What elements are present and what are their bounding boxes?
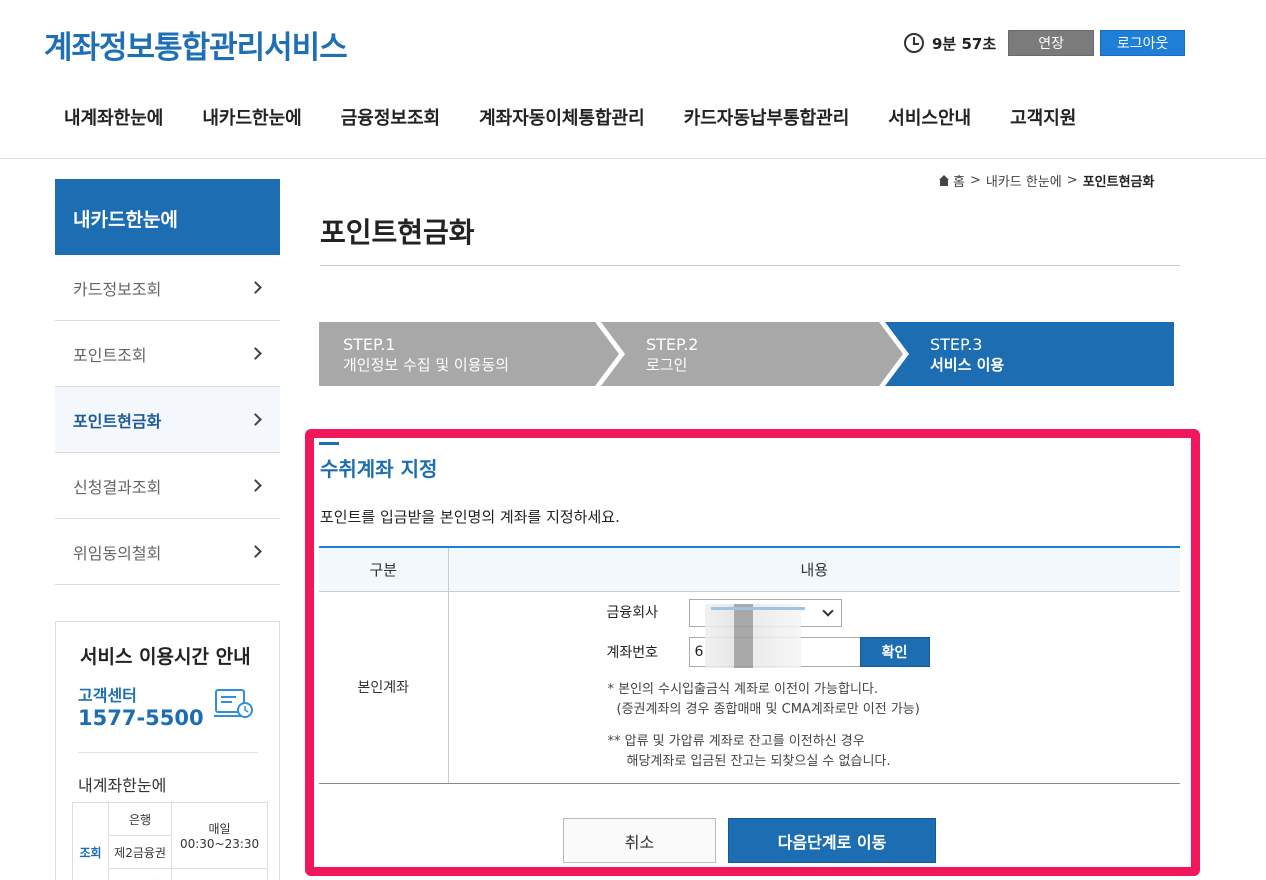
breadcrumb: 홈 > 내카드 한눈에 > 포인트현금화 xyxy=(938,171,1154,190)
nav-item-service-guide[interactable]: 서비스안내 xyxy=(888,104,971,130)
logout-button[interactable]: 로그아웃 xyxy=(1100,30,1186,56)
hours-category: 조회 xyxy=(72,802,109,880)
step-label: 서비스 이용 xyxy=(930,356,1005,374)
redaction-blur xyxy=(704,603,801,668)
step-number: STEP.1 xyxy=(343,335,396,354)
sidebar-item-label: 포인트현금화 xyxy=(73,411,162,431)
step-1: STEP.1 개인정보 수집 및 이용동의 xyxy=(319,322,619,386)
nav-item-financial-info[interactable]: 금융정보조회 xyxy=(341,104,440,130)
section-description: 포인트를 입금받을 본인명의 계좌를 지정하세요. xyxy=(320,508,620,526)
hours-time: 매일 00:30~23:30 xyxy=(171,802,268,869)
nav-item-card-autopay[interactable]: 카드자동납부통합관리 xyxy=(684,104,850,130)
sidebar-item-point-cashout[interactable]: 포인트현금화 xyxy=(55,387,280,453)
section-accent-bar xyxy=(319,442,339,445)
note-2-line-2: 해당계좌로 입금된 잔고는 되찾으실 수 없습니다. xyxy=(626,753,891,769)
note-2: ** 압류 및 가압류 계좌로 잔고를 이전하신 경우 해당계좌로 입금된 잔고… xyxy=(608,732,891,772)
computer-icon xyxy=(214,689,253,718)
sidebar-title: 내카드한눈에 xyxy=(55,179,280,255)
hours-time-empty xyxy=(171,868,268,880)
account-number-label: 계좌번호 xyxy=(606,644,659,661)
note-1: * 본인의 수시입출금식 계좌로 이전이 가능합니다. (증권계좌의 경우 종합… xyxy=(608,680,920,720)
bank-label: 금융회사 xyxy=(606,604,659,621)
sidebar-item-label: 신청결과조회 xyxy=(73,477,162,497)
session-timer: 9분 57초 xyxy=(932,34,997,53)
sidebar-menu: 카드정보조회 포인트조회 포인트현금화 신청결과조회 위임동의철회 xyxy=(55,255,280,585)
site-logo[interactable]: 계좌정보통합관리서비스 xyxy=(44,22,348,67)
header-divider xyxy=(0,158,1266,159)
customer-center-phone: 1577-5500 xyxy=(78,706,204,730)
session-panel: 9분 57초 연장 로그아웃 xyxy=(904,30,1186,56)
global-nav: 내계좌한눈에 내카드한눈에 금융정보조회 계좌자동이체통합관리 카드자동납부통합… xyxy=(64,104,1115,130)
page-title: 포인트현금화 xyxy=(320,216,475,249)
step-3: STEP.3 서비스 이용 xyxy=(885,322,1174,386)
hours-time-label: 매일 xyxy=(208,822,231,836)
sidebar-item-card-info[interactable]: 카드정보조회 xyxy=(55,255,280,321)
account-form-table: 구분 내용 본인계좌 금융회사 계좌번호 6 확인 * 본인의 수시입출금식 계… xyxy=(319,546,1180,784)
breadcrumb-separator: > xyxy=(1066,173,1078,188)
breadcrumb-current: 포인트현금화 xyxy=(1082,175,1155,190)
hours-section-label: 내계좌한눈에 xyxy=(78,776,167,795)
clock-icon xyxy=(904,33,924,53)
chevron-right-icon xyxy=(249,413,262,426)
account-number-value: 6 xyxy=(694,643,704,660)
breadcrumb-home[interactable]: 홈 xyxy=(953,171,965,190)
service-hours-box: 서비스 이용시간 안내 고객센터 1577-5500 내계좌한눈에 조회 은행 … xyxy=(55,621,280,880)
form-content-cell: 금융회사 계좌번호 6 확인 * 본인의 수시입출금식 계좌로 이전이 가능합니… xyxy=(448,591,1181,784)
row-label-own-account: 본인계좌 xyxy=(319,591,449,784)
next-step-button[interactable]: 다음단계로 이동 xyxy=(728,818,936,863)
sidebar-item-consent-withdrawal[interactable]: 위임동의철회 xyxy=(55,519,280,585)
nav-item-account-autopay[interactable]: 계좌자동이체통합관리 xyxy=(479,104,645,130)
nav-item-customer-support[interactable]: 고객지원 xyxy=(1010,104,1076,130)
chevron-down-icon xyxy=(821,604,834,617)
sidebar-item-label: 카드정보조회 xyxy=(73,279,162,299)
chevron-right-icon xyxy=(249,479,262,492)
chevron-right-icon xyxy=(249,347,262,360)
sidebar-item-point-inquiry[interactable]: 포인트조회 xyxy=(55,321,280,387)
nav-item-my-accounts[interactable]: 내계좌한눈에 xyxy=(64,104,163,130)
step-label: 개인정보 수집 및 이용동의 xyxy=(343,356,510,374)
section-title: 수취계좌 지정 xyxy=(320,457,438,481)
sidebar-item-label: 포인트조회 xyxy=(73,345,147,365)
breadcrumb-separator: > xyxy=(969,173,981,188)
home-icon xyxy=(938,175,950,186)
note-1-line-1: * 본인의 수시입출금식 계좌로 이전이 가능합니다. xyxy=(607,681,879,697)
breadcrumb-level1[interactable]: 내카드 한눈에 xyxy=(986,171,1062,190)
column-header-category: 구분 xyxy=(319,547,449,592)
extend-session-button[interactable]: 연장 xyxy=(1008,30,1095,56)
step-indicator: STEP.1 개인정보 수집 및 이용동의 STEP.2 로그인 STEP.3 … xyxy=(319,322,1174,386)
title-divider xyxy=(320,265,1180,266)
sidebar-item-request-results[interactable]: 신청결과조회 xyxy=(55,453,280,519)
form-body: 금융회사 계좌번호 6 확인 * 본인의 수시입출금식 계좌로 이전이 가능합니… xyxy=(449,592,1181,782)
chevron-right-icon xyxy=(249,281,262,294)
step-label: 로그인 xyxy=(646,356,688,374)
hours-table: 조회 은행 매일 00:30~23:30 제2금융권 증권사 xyxy=(72,802,268,880)
nav-item-my-cards[interactable]: 내카드한눈에 xyxy=(202,104,301,130)
step-2: STEP.2 로그인 xyxy=(601,322,903,386)
note-1-line-2: (증권계좌의 경우 종합매매 및 CMA계좌로만 이전 가능) xyxy=(616,701,920,717)
sidebar-item-label: 위임동의철회 xyxy=(73,543,162,563)
hours-row-secondary: 제2금융권 xyxy=(107,835,173,869)
note-2-line-1: ** 압류 및 가압류 계좌로 잔고를 이전하신 경우 xyxy=(607,733,865,749)
redaction-line xyxy=(710,606,805,610)
customer-center-label: 고객센터 xyxy=(78,686,137,705)
step-number: STEP.3 xyxy=(930,335,983,354)
step-number: STEP.2 xyxy=(646,335,699,354)
cancel-button[interactable]: 취소 xyxy=(563,818,716,863)
column-header-content: 내용 xyxy=(448,547,1180,592)
chevron-right-icon xyxy=(249,545,262,558)
hours-row-bank: 은행 xyxy=(107,802,173,836)
hours-time-range: 00:30~23:30 xyxy=(179,837,260,851)
service-hours-title: 서비스 이용시간 안내 xyxy=(80,646,251,668)
info-divider xyxy=(78,752,258,753)
hours-row-securities: 증권사 xyxy=(107,868,173,880)
confirm-account-button[interactable]: 확인 xyxy=(859,636,930,667)
